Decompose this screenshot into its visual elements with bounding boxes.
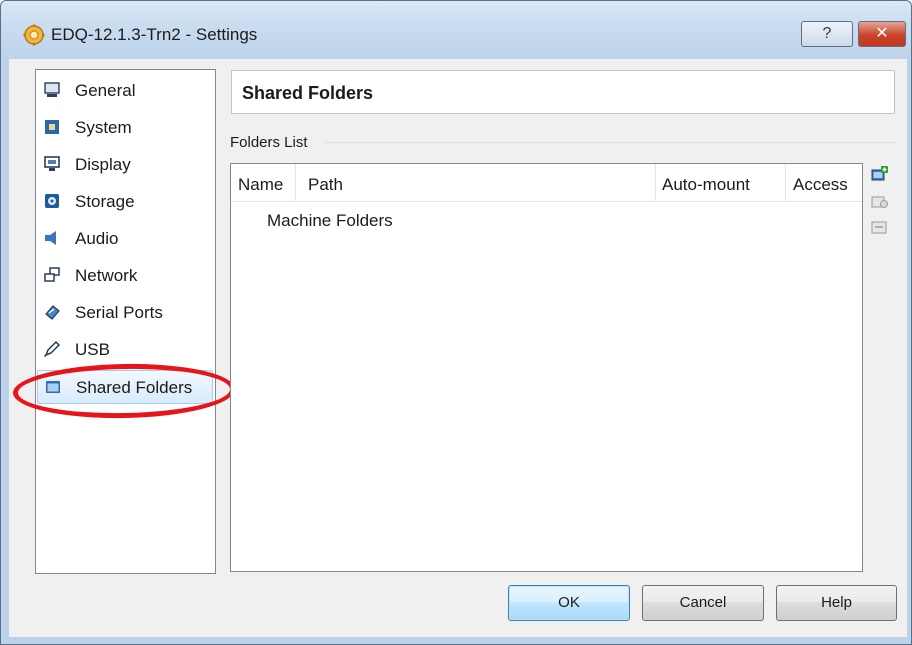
column-path[interactable]: Path bbox=[308, 175, 343, 195]
remove-folder-icon[interactable] bbox=[871, 218, 889, 236]
sidebar-item-usb[interactable]: USB bbox=[36, 332, 215, 366]
edit-folder-icon[interactable] bbox=[871, 192, 889, 210]
help-title-button[interactable]: ? bbox=[801, 21, 853, 47]
sidebar-item-label: General bbox=[75, 81, 136, 100]
cancel-button[interactable]: Cancel bbox=[642, 585, 764, 621]
column-separator[interactable] bbox=[785, 164, 786, 201]
chip-icon bbox=[45, 120, 59, 134]
settings-window: EDQ-12.1.3-Trn2 - Settings ? ✕ General S… bbox=[0, 0, 912, 645]
close-button[interactable]: ✕ bbox=[858, 21, 906, 47]
sidebar-item-display[interactable]: Display bbox=[36, 147, 215, 181]
folders-list-label: Folders List bbox=[230, 134, 308, 151]
table-header: Name Path Auto-mount Access bbox=[231, 164, 862, 202]
help-button[interactable]: Help bbox=[776, 585, 897, 621]
add-folder-icon[interactable] bbox=[871, 165, 889, 183]
column-separator[interactable] bbox=[655, 164, 656, 201]
sidebar-item-label: Storage bbox=[75, 192, 135, 211]
title-bar[interactable]: EDQ-12.1.3-Trn2 - Settings ? ✕ bbox=[1, 1, 911, 59]
sidebar-item-label: Serial Ports bbox=[75, 303, 163, 322]
column-separator[interactable] bbox=[295, 164, 296, 201]
serial-port-icon bbox=[45, 305, 60, 320]
ok-button[interactable]: OK bbox=[508, 585, 630, 621]
dialog-body: General System Display Storage Audio Net… bbox=[9, 59, 907, 637]
group-divider bbox=[325, 142, 895, 143]
page-header: Shared Folders bbox=[231, 70, 895, 114]
usb-icon bbox=[44, 341, 60, 357]
virtualbox-gear-icon bbox=[23, 24, 45, 46]
sidebar-item-label: Audio bbox=[75, 229, 119, 248]
list-item[interactable]: Machine Folders bbox=[267, 211, 393, 231]
monitor-icon bbox=[44, 82, 60, 97]
speaker-icon bbox=[45, 231, 56, 245]
sidebar-item-label: Network bbox=[75, 266, 138, 285]
shared-folders-table[interactable]: Name Path Auto-mount Access Machine Fold… bbox=[230, 163, 863, 572]
sidebar-item-serial-ports[interactable]: Serial Ports bbox=[36, 295, 215, 329]
sidebar-item-network[interactable]: Network bbox=[36, 258, 215, 292]
sidebar-item-general[interactable]: General bbox=[36, 73, 215, 107]
sidebar-item-audio[interactable]: Audio bbox=[36, 221, 215, 255]
column-access[interactable]: Access bbox=[793, 175, 848, 195]
sidebar-item-label: System bbox=[75, 118, 132, 137]
settings-sidebar: General System Display Storage Audio Net… bbox=[35, 69, 216, 574]
sidebar-item-label: USB bbox=[75, 340, 110, 359]
page-title: Shared Folders bbox=[242, 83, 374, 103]
sidebar-item-label: Display bbox=[75, 155, 131, 174]
display-icon bbox=[44, 156, 60, 171]
storage-icon bbox=[45, 194, 59, 208]
sidebar-item-system[interactable]: System bbox=[36, 110, 215, 144]
network-icon bbox=[44, 267, 60, 282]
sidebar-item-storage[interactable]: Storage bbox=[36, 184, 215, 218]
window-title: EDQ-12.1.3-Trn2 - Settings bbox=[51, 25, 258, 44]
column-name[interactable]: Name bbox=[238, 175, 283, 195]
column-auto-mount[interactable]: Auto-mount bbox=[662, 175, 750, 195]
